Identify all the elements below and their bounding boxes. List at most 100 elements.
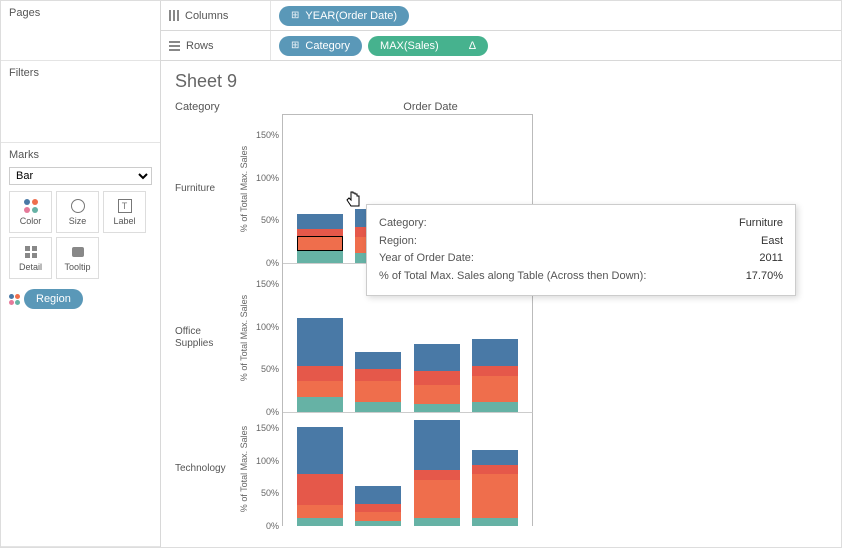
app-root: Pages Filters Marks Bar Color Size T <box>1 1 841 547</box>
y-ticks: 0%50%100%150% <box>253 263 283 412</box>
bar-segment[interactable] <box>414 480 460 518</box>
color-icon <box>24 198 38 214</box>
columns-shelf[interactable]: Columns ⊞YEAR(Order Date) <box>161 1 841 31</box>
bar-column[interactable] <box>355 486 401 526</box>
detail-label: Detail <box>19 262 42 272</box>
bar-segment[interactable] <box>297 397 343 412</box>
y-ticks: 0%50%100%150% <box>253 114 283 263</box>
y-axis-title: % of Total Max. Sales <box>235 263 253 412</box>
bar-segment[interactable] <box>472 474 518 518</box>
bar-segment[interactable] <box>414 404 460 413</box>
filters-shelf[interactable]: Filters <box>1 61 160 143</box>
bar-segment[interactable] <box>297 474 343 505</box>
label-button[interactable]: T Label <box>103 191 146 233</box>
bar-segment[interactable] <box>472 450 518 464</box>
bar-segment[interactable] <box>355 512 401 521</box>
filters-title: Filters <box>9 67 152 79</box>
size-label: Size <box>69 216 87 226</box>
tooltip-button[interactable]: Tooltip <box>56 237 99 279</box>
rows-label: Rows <box>161 31 271 60</box>
y-axis-title: % of Total Max. Sales <box>235 114 253 263</box>
row-label: Technology <box>175 412 235 526</box>
bar-segment[interactable] <box>414 470 460 480</box>
left-panel: Pages Filters Marks Bar Color Size T <box>1 1 161 547</box>
mark-type-select[interactable]: Bar <box>9 167 152 185</box>
bar-segment[interactable] <box>355 352 401 369</box>
bar-segment[interactable] <box>355 486 401 504</box>
bar-segment[interactable] <box>414 371 460 385</box>
chart-row: Technology% of Total Max. Sales0%50%100%… <box>175 412 841 526</box>
bar-segment[interactable] <box>472 402 518 412</box>
color-button[interactable]: Color <box>9 191 52 233</box>
plot-cell[interactable] <box>283 412 533 526</box>
rows-icon <box>169 41 180 51</box>
viz-area: Category Order Date Furniture% of Total … <box>161 100 841 547</box>
hover-tooltip: Category:Furniture Region:East Year of O… <box>366 204 796 296</box>
bar-column[interactable] <box>297 427 343 526</box>
region-on-color[interactable]: Region <box>9 289 152 309</box>
bar-column[interactable] <box>414 344 460 412</box>
bar-column[interactable] <box>414 420 460 526</box>
bar-segment[interactable] <box>297 214 343 229</box>
bar-segment[interactable] <box>297 251 343 263</box>
rows-shelf[interactable]: Rows ⊞Category MAX(Sales)Δ <box>161 31 841 61</box>
y-ticks: 0%50%100%150% <box>253 412 283 526</box>
rows-pill-category[interactable]: ⊞Category <box>279 36 362 56</box>
y-axis-title: % of Total Max. Sales <box>235 412 253 526</box>
bar-segment[interactable] <box>355 504 401 512</box>
bar-segment[interactable] <box>355 521 401 526</box>
bar-column[interactable] <box>472 450 518 526</box>
rows-pill-maxsales[interactable]: MAX(Sales)Δ <box>368 36 488 56</box>
label-icon: T <box>118 198 132 214</box>
bar-segment[interactable] <box>355 381 401 401</box>
columns-pill-year[interactable]: ⊞YEAR(Order Date) <box>279 6 409 26</box>
row-label: Office Supplies <box>175 263 235 412</box>
bar-segment[interactable] <box>297 427 343 474</box>
bar-segment[interactable] <box>297 318 343 366</box>
bar-segment[interactable] <box>472 518 518 526</box>
delta-icon: Δ <box>445 40 476 52</box>
marks-buttons: Color Size T Label Detail Tooltip <box>9 191 152 279</box>
bar-segment[interactable] <box>297 236 343 251</box>
bar-column[interactable] <box>472 339 518 412</box>
tooltip-label: Tooltip <box>64 262 90 272</box>
bar-column[interactable] <box>297 318 343 412</box>
bar-column[interactable] <box>297 214 343 263</box>
bar-segment[interactable] <box>355 402 401 412</box>
bar-segment[interactable] <box>297 366 343 381</box>
bar-segment[interactable] <box>472 465 518 474</box>
sheet-title[interactable]: Sheet 9 <box>161 61 841 100</box>
pages-shelf[interactable]: Pages <box>1 1 160 61</box>
pages-title: Pages <box>9 7 152 19</box>
bar-segment[interactable] <box>414 420 460 470</box>
detail-button[interactable]: Detail <box>9 237 52 279</box>
color-dots-icon <box>9 294 20 305</box>
plus-icon: ⊞ <box>291 40 299 51</box>
detail-icon <box>25 244 37 260</box>
row-label: Furniture <box>175 114 235 263</box>
bar-segment[interactable] <box>297 381 343 396</box>
size-button[interactable]: Size <box>56 191 99 233</box>
bar-segment[interactable] <box>472 339 518 366</box>
bar-column[interactable] <box>355 352 401 412</box>
category-header: Category <box>175 100 280 114</box>
bar-segment[interactable] <box>472 366 518 376</box>
bar-segment[interactable] <box>472 376 518 402</box>
tooltip-icon <box>72 244 84 260</box>
label-label: Label <box>113 216 135 226</box>
right-panel: Columns ⊞YEAR(Order Date) Rows ⊞Category… <box>161 1 841 547</box>
bar-segment[interactable] <box>355 369 401 381</box>
bar-segment[interactable] <box>414 344 460 371</box>
size-icon <box>71 198 85 214</box>
columns-icon <box>169 10 179 21</box>
bar-segment[interactable] <box>414 518 460 526</box>
bar-segment[interactable] <box>297 229 343 236</box>
columns-label: Columns <box>161 1 271 30</box>
color-label: Color <box>20 216 42 226</box>
bar-segment[interactable] <box>297 505 343 518</box>
bar-segment[interactable] <box>297 518 343 526</box>
bar-segment[interactable] <box>414 385 460 404</box>
marks-title: Marks <box>9 149 152 161</box>
x-axis-title: Order Date <box>280 100 841 114</box>
region-pill: Region <box>24 289 83 309</box>
